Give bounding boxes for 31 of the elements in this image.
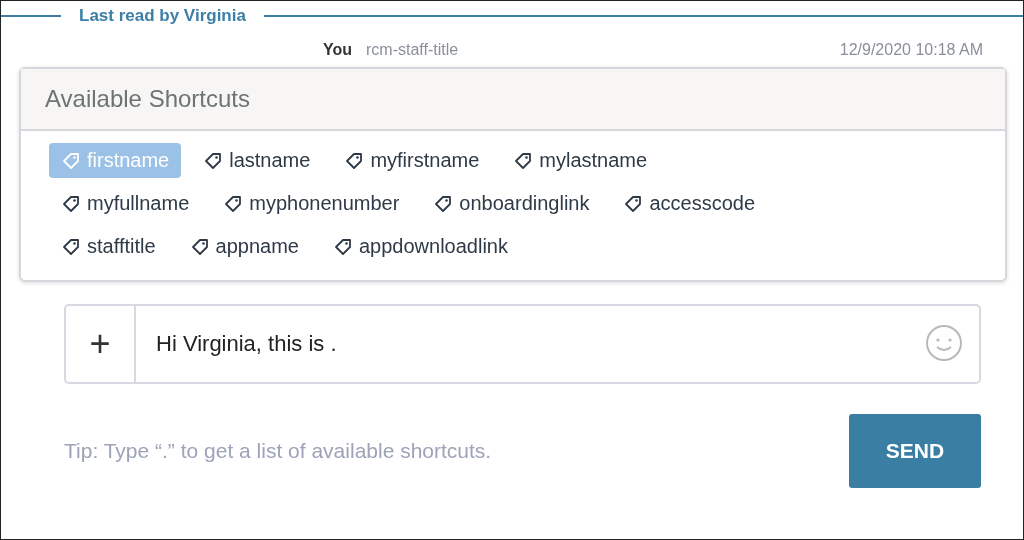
shortcut-item[interactable]: stafftitle (49, 229, 168, 264)
read-marker: Last read by Virginia (79, 6, 246, 26)
tag-icon (203, 150, 224, 171)
tag-icon (61, 236, 81, 257)
tag-icon (61, 150, 81, 171)
message-time: 12/9/2020 10:18 AM (839, 41, 983, 59)
shortcut-item[interactable]: myphonenumber (211, 186, 412, 221)
add-button[interactable]: + (64, 304, 136, 384)
popup-title: Available Shortcuts (21, 69, 1005, 131)
shortcut-item[interactable]: myfullname (49, 186, 202, 221)
sender-name: You (323, 41, 353, 59)
tag-icon (513, 150, 534, 171)
send-button[interactable]: SEND (849, 414, 981, 488)
tag-icon (623, 193, 644, 214)
tag-icon (433, 193, 454, 214)
tag-icon (223, 193, 244, 214)
shortcut-item[interactable]: myfirstname (332, 143, 492, 178)
message-field[interactable]: Hi Virginia, this is . (136, 304, 981, 384)
shortcut-item[interactable]: accesscode (611, 186, 768, 221)
tag-icon (332, 236, 353, 257)
tip-text: Tip: Type “.” to get a list of available shortcuts. (64, 439, 492, 463)
sender-role: rcm-staff-title (366, 41, 459, 59)
tag-icon (61, 193, 81, 214)
shortcut-item[interactable]: mylastname (501, 143, 660, 178)
tag-icon (189, 236, 210, 257)
emoji-icon[interactable] (925, 324, 963, 362)
shortcut-item[interactable]: onboardinglink (421, 186, 602, 221)
tag-icon (344, 150, 365, 171)
shortcut-item[interactable]: appname (177, 229, 311, 264)
shortcut-item[interactable]: lastname (191, 143, 323, 178)
shortcut-item[interactable]: appdownloadlink (320, 229, 520, 264)
